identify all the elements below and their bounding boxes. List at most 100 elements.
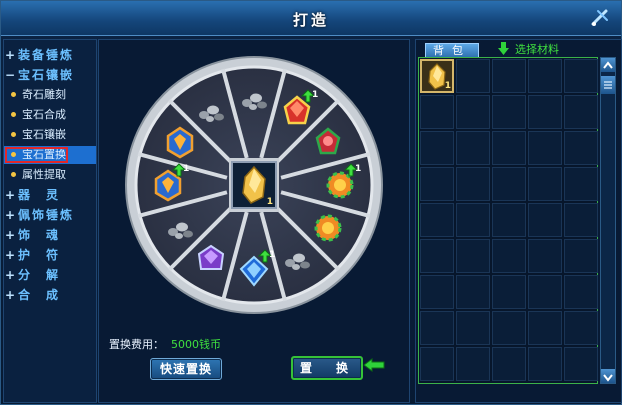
gem-slot-8[interactable]: 1: [150, 163, 190, 203]
inventory-grid: 1: [418, 57, 598, 384]
inventory-cell[interactable]: [456, 203, 490, 237]
scroll-thumb[interactable]: [601, 76, 615, 94]
inventory-cell[interactable]: [420, 167, 454, 201]
inventory-cell[interactable]: [528, 239, 562, 273]
gem-slot-2[interactable]: 1: [322, 163, 361, 203]
gem-slot-3[interactable]: [310, 210, 346, 246]
inventory-cell[interactable]: [420, 311, 454, 345]
red-green-gem-icon: [316, 127, 341, 155]
empty-rubble-gem-icon: [199, 105, 224, 122]
inventory-cell[interactable]: [420, 203, 454, 237]
inventory-cell[interactable]: [564, 311, 598, 345]
sidebar-item-6[interactable]: 属性提取: [4, 166, 96, 184]
empty-rubble-gem-icon: [242, 93, 267, 110]
sidebar-item-11[interactable]: +分 解: [4, 266, 96, 284]
inventory-cell[interactable]: [528, 131, 562, 165]
inventory-cell[interactable]: [528, 311, 562, 345]
inventory-cell[interactable]: [564, 95, 598, 129]
gem-slot-11[interactable]: [236, 81, 272, 117]
inventory-cell[interactable]: [456, 131, 490, 165]
sidebar-item-label: 佩饰锤炼: [18, 208, 75, 222]
scroll-down-icon[interactable]: [601, 369, 615, 383]
inventory-cell[interactable]: [564, 239, 598, 273]
selection-highlight: [5, 147, 68, 163]
gem-slot-6[interactable]: [193, 241, 229, 277]
inventory-cell[interactable]: [528, 347, 562, 381]
center-gem-slot[interactable]: 1: [231, 161, 277, 209]
sidebar-item-4[interactable]: 宝石镶嵌: [4, 126, 96, 144]
inventory-cell[interactable]: [528, 95, 562, 129]
inventory-cell[interactable]: [456, 311, 490, 345]
inventory-cell[interactable]: [564, 275, 598, 309]
inventory-cell[interactable]: [492, 59, 526, 93]
inventory-scrollbar[interactable]: [600, 57, 616, 384]
expand-icon[interactable]: +: [4, 226, 18, 244]
expand-icon[interactable]: +: [4, 186, 18, 204]
expand-icon[interactable]: +: [4, 206, 18, 224]
sidebar-item-1[interactable]: −宝石镶嵌: [4, 66, 96, 84]
gem-slot-1[interactable]: [310, 124, 346, 160]
inventory-cell[interactable]: [456, 167, 490, 201]
gem-slot-7[interactable]: [162, 210, 198, 246]
expand-icon[interactable]: +: [4, 286, 18, 304]
inventory-cell[interactable]: [456, 59, 490, 93]
select-material-hint: 选择材料: [515, 43, 559, 56]
sidebar-item-5[interactable]: 宝石置换: [4, 146, 96, 164]
sidebar-item-3[interactable]: 宝石合成: [4, 106, 96, 124]
sidebar-item-12[interactable]: +合 成: [4, 286, 96, 304]
inventory-cell[interactable]: [420, 347, 454, 381]
inventory-cell[interactable]: [492, 239, 526, 273]
gem-slot-9[interactable]: [162, 124, 198, 160]
inventory-cell[interactable]: [528, 275, 562, 309]
inventory-cell[interactable]: [528, 203, 562, 237]
close-icon[interactable]: [589, 7, 611, 29]
sidebar-item-7[interactable]: +器 灵: [4, 186, 96, 204]
inventory-cell[interactable]: [420, 131, 454, 165]
bullet-icon: [11, 172, 16, 177]
inventory-cell[interactable]: [492, 95, 526, 129]
swap-button[interactable]: 置 换: [291, 356, 363, 380]
pointer-arrow-icon: [363, 358, 385, 372]
inventory-cell[interactable]: [420, 275, 454, 309]
gem-count: 1: [183, 164, 190, 174]
gem-slot-5[interactable]: 1: [236, 249, 275, 289]
inventory-cell[interactable]: [564, 167, 598, 201]
inventory-cell[interactable]: [492, 311, 526, 345]
sidebar-item-label: 器 灵: [18, 188, 61, 202]
sidebar-item-8[interactable]: +佩饰锤炼: [4, 206, 96, 224]
inventory-cell[interactable]: [492, 347, 526, 381]
sidebar-item-label: 宝石镶嵌: [22, 128, 66, 141]
inventory-cell[interactable]: [528, 59, 562, 93]
expand-icon[interactable]: +: [4, 266, 18, 284]
gem-slot-4[interactable]: [279, 241, 315, 277]
inventory-cell[interactable]: [492, 131, 526, 165]
inventory-cell[interactable]: [564, 347, 598, 381]
inventory-cell[interactable]: [564, 59, 598, 93]
gem-slot-10[interactable]: [193, 93, 229, 129]
sidebar-item-10[interactable]: +护 符: [4, 246, 96, 264]
expand-icon[interactable]: +: [4, 246, 18, 264]
title-bar[interactable]: 打造: [1, 1, 621, 36]
inventory-cell[interactable]: [492, 167, 526, 201]
inventory-cell[interactable]: [456, 347, 490, 381]
inventory-cell[interactable]: [492, 275, 526, 309]
inventory-cell[interactable]: [420, 95, 454, 129]
bullet-icon: [11, 92, 16, 97]
sidebar-item-2[interactable]: 奇石雕刻: [4, 86, 96, 104]
sidebar-item-0[interactable]: +装备锤炼: [4, 46, 96, 64]
quick-swap-button[interactable]: 快速置换: [150, 358, 222, 380]
inventory-cell[interactable]: [456, 95, 490, 129]
inventory-cell[interactable]: [528, 167, 562, 201]
inventory-item-0[interactable]: 1: [420, 59, 454, 93]
inventory-cell[interactable]: [456, 275, 490, 309]
inventory-cell[interactable]: [456, 239, 490, 273]
inventory-cell[interactable]: [492, 203, 526, 237]
swap-cost-label: 置换费用：: [109, 338, 164, 351]
inventory-cell[interactable]: [564, 203, 598, 237]
inventory-cell[interactable]: [564, 131, 598, 165]
scroll-up-icon[interactable]: [601, 58, 615, 72]
sidebar-item-9[interactable]: +饰 魂: [4, 226, 96, 244]
collapse-icon[interactable]: −: [4, 66, 18, 84]
expand-icon[interactable]: +: [4, 46, 18, 64]
inventory-cell[interactable]: [420, 239, 454, 273]
